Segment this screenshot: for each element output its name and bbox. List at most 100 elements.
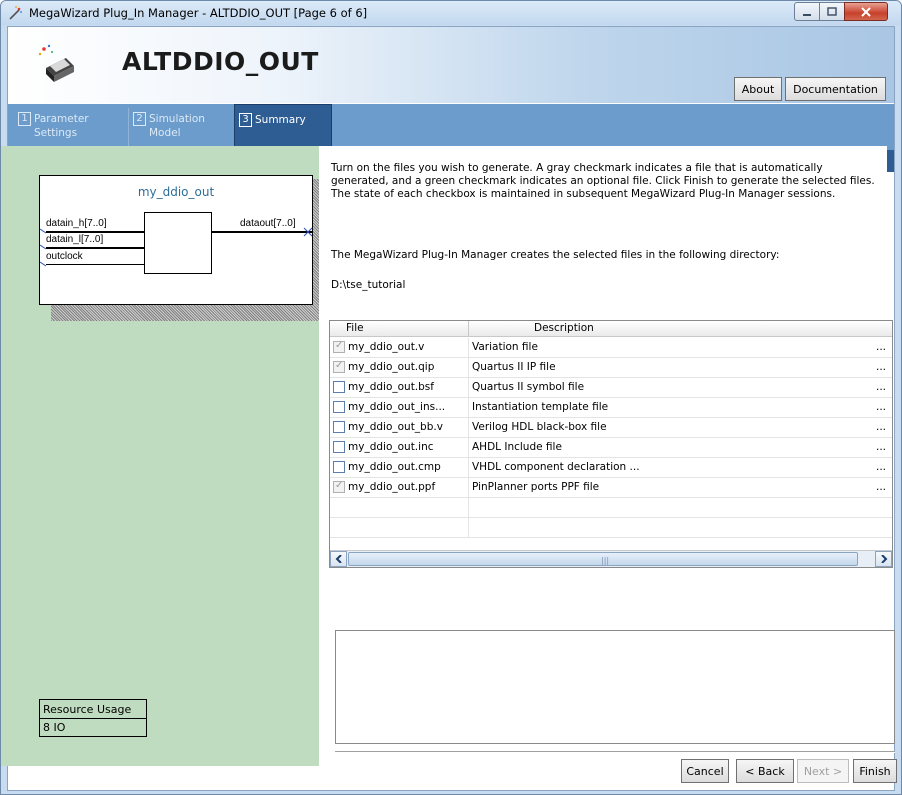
column-separator [468,418,469,438]
file-name: my_ddio_out_bb.v [348,421,443,433]
close-button[interactable] [844,2,888,21]
scrollbar-grip-icon: ||| [601,556,610,565]
table-row[interactable]: my_ddio_out.ppf PinPlanner ports PPF fil… [330,478,892,498]
more-button[interactable]: ... [876,461,886,473]
file-name: my_ddio_out.v [348,341,425,353]
table-row[interactable]: my_ddio_out.cmp VHDL component declarati… [330,458,892,478]
tab-simulation-model[interactable]: 2 Simulation Model [128,108,234,150]
close-icon [861,6,871,17]
directory-note: The MegaWizard Plug-In Manager creates t… [331,249,780,261]
column-separator [468,478,469,498]
megafunction-title: ALTDDIO_OUT [122,47,319,76]
title-bar[interactable]: MegaWizard Plug_In Manager - ALTDDIO_OUT… [1,1,901,25]
next-button[interactable]: Next > [797,759,849,783]
table-row[interactable]: my_ddio_out.v Variation file ... [330,338,892,358]
file-checkbox[interactable] [333,441,345,453]
more-button[interactable]: ... [876,341,886,353]
file-checkbox[interactable] [333,480,345,493]
wire-datain-h [46,231,144,233]
chevron-right-icon [880,555,887,563]
wire-outclock [46,264,144,265]
tab-label: Parameter Settings [34,113,89,139]
file-description: AHDL Include file [472,441,562,453]
column-separator [468,321,469,337]
scroll-left-button[interactable] [330,551,347,567]
column-separator [468,498,469,518]
tab-number: 2 [133,112,146,126]
empty-table-row [330,498,892,518]
files-table-header: File Description [330,321,892,337]
about-button[interactable]: About [734,77,782,101]
table-row[interactable]: my_ddio_out_bb.v Verilog HDL black-box f… [330,418,892,438]
resource-usage-value: 8 IO [43,721,66,734]
empty-table-row [330,518,892,538]
column-separator [468,518,469,538]
back-button[interactable]: < Back [736,759,794,783]
file-name: my_ddio_out.cmp [348,461,441,473]
file-checkbox[interactable] [333,401,345,413]
file-name: my_ddio_out_ins... [348,401,446,413]
message-box [335,630,895,744]
resource-usage-header: Resource Usage [40,700,146,719]
table-row[interactable]: my_ddio_out_ins... Instantiation templat… [330,398,892,418]
column-header-description[interactable]: Description [534,322,594,334]
footer-separator [335,751,895,753]
file-description: Quartus II symbol file [472,381,585,393]
symbol-name: my_ddio_out [137,185,215,199]
wizard-tab-bar: 1 Parameter Settings 2 Simulation Model … [8,104,894,150]
tab-parameter-settings[interactable]: 1 Parameter Settings [14,108,124,150]
pin-label-datain-h: datain_h[7..0] [46,218,107,229]
file-checkbox[interactable] [333,340,345,353]
more-button[interactable]: ... [876,361,886,373]
cancel-button[interactable]: Cancel [681,759,729,783]
tab-label: Simulation Model [149,113,205,139]
column-separator [468,438,469,458]
finish-button[interactable]: Finish [853,759,897,783]
scroll-right-button[interactable] [875,551,892,567]
file-checkbox[interactable] [333,381,345,393]
column-separator [468,358,469,378]
horizontal-scrollbar[interactable]: ||| [330,550,892,567]
column-header-file[interactable]: File [346,322,364,334]
more-button[interactable]: ... [876,421,886,433]
more-button[interactable]: ... [876,381,886,393]
window-title: MegaWizard Plug_In Manager - ALTDDIO_OUT… [29,6,368,20]
resource-usage-table: Resource Usage 8 IO [39,699,147,737]
table-row[interactable]: my_ddio_out.inc AHDL Include file ... [330,438,892,458]
file-name: my_ddio_out.qip [348,361,435,373]
pin-label-dataout: dataout[7..0] [240,218,296,229]
wire-datain-l [46,247,144,249]
file-name: my_ddio_out.inc [348,441,434,453]
symbol-block: my_ddio_out datain_h[7..0] datain_l[7..0… [39,175,313,305]
table-row[interactable]: my_ddio_out.qip Quartus II IP file ... [330,358,892,378]
file-checkbox[interactable] [333,461,345,473]
output-pin-marker-icon [303,227,313,237]
wizard-header: ALTDDIO_OUT About Documentation [8,27,894,103]
file-description: Verilog HDL black-box file [472,421,607,433]
more-button[interactable]: ... [876,481,886,493]
file-description: Variation file [472,341,538,353]
minimize-button[interactable] [794,2,820,21]
file-name: my_ddio_out.ppf [348,481,436,493]
tab-label: Summary [255,114,306,126]
table-row[interactable]: my_ddio_out.bsf Quartus II symbol file .… [330,378,892,398]
pin-label-datain-l: datain_l[7..0] [46,234,104,245]
file-checkbox[interactable] [333,360,345,373]
tab-number: 3 [239,113,252,127]
file-description: Quartus II IP file [472,361,556,373]
megawizard-logo-icon [38,44,74,82]
tab-summary[interactable]: 3 Summary [234,104,332,150]
megawizard-window: MegaWizard Plug_In Manager - ALTDDIO_OUT… [0,0,902,795]
pin-markers-icon [40,228,47,267]
file-description: VHDL component declaration ... [472,461,640,473]
symbol-core-box [144,212,212,274]
documentation-button[interactable]: Documentation [785,77,886,101]
summary-instructions: Turn on the files you wish to generate. … [331,162,875,200]
more-button[interactable]: ... [876,441,886,453]
scrollbar-thumb[interactable]: ||| [348,552,858,566]
maximize-button[interactable] [819,2,845,21]
file-description: Instantiation template file [472,401,609,413]
column-separator [468,458,469,478]
file-checkbox[interactable] [333,421,345,433]
more-button[interactable]: ... [876,401,886,413]
